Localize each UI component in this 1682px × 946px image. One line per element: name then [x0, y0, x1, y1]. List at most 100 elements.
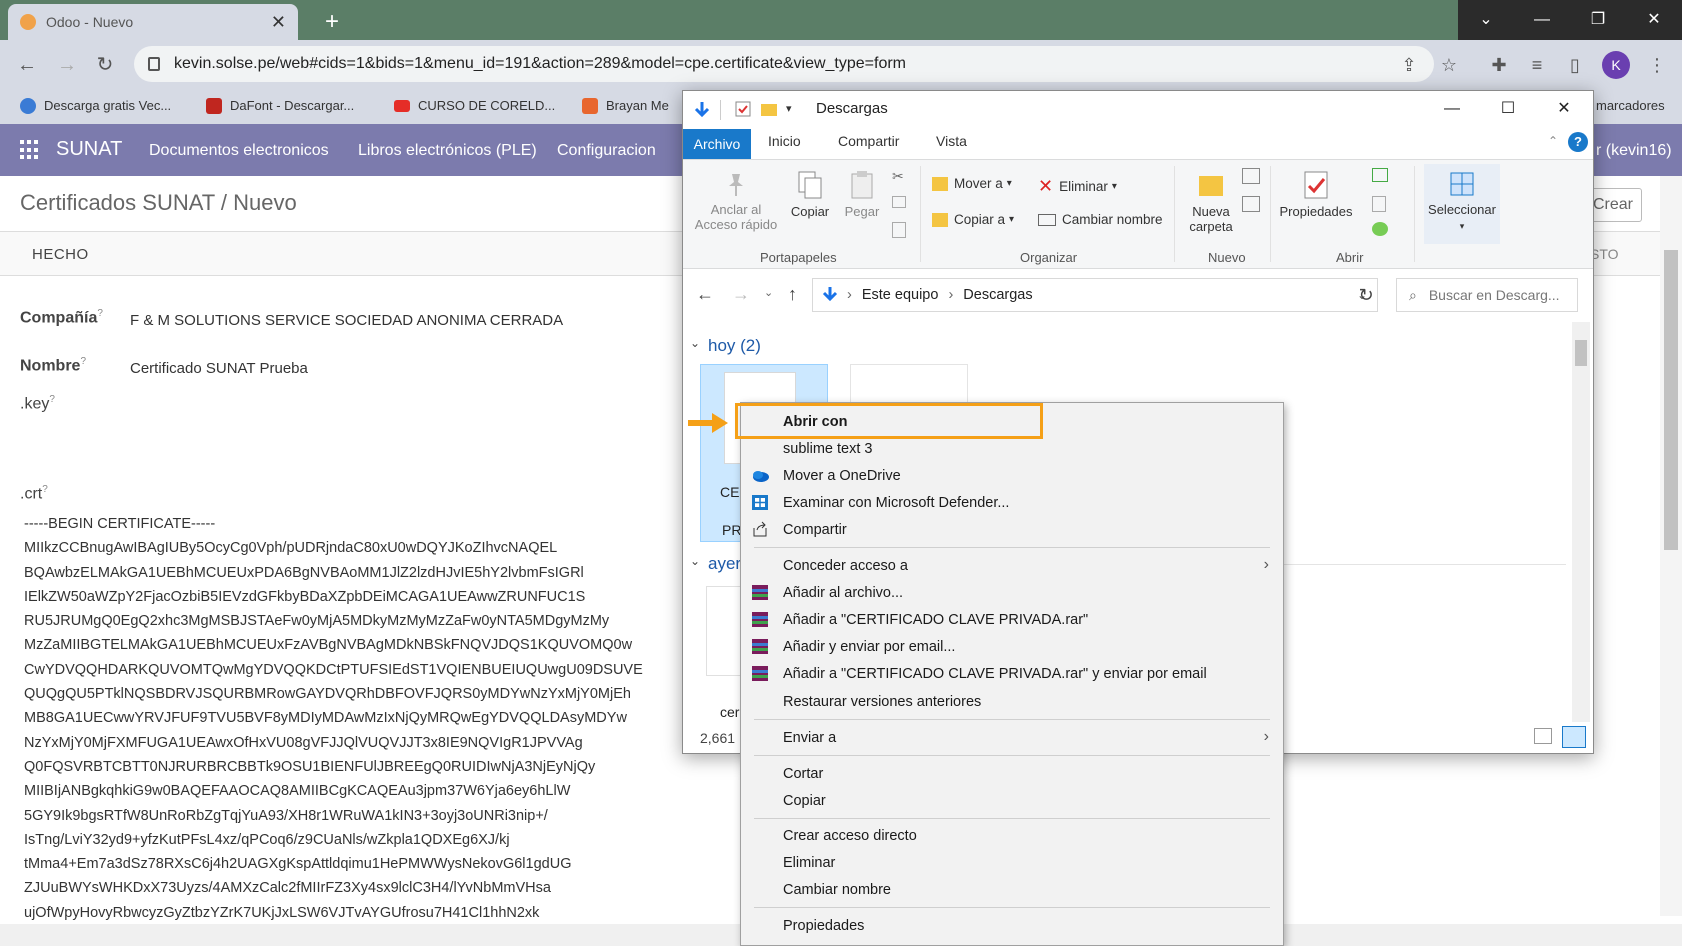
extensions-icon[interactable]: ✚	[1486, 52, 1512, 78]
paste-button[interactable]: Pegar	[838, 170, 886, 219]
page-scrollbar-thumb[interactable]	[1664, 250, 1678, 550]
bookmark-item[interactable]: Descarga gratis Vec...	[20, 94, 171, 118]
new-item-icon[interactable]	[1242, 168, 1260, 184]
copy-to-button[interactable]: Copiar a ▾	[932, 212, 1014, 227]
user-menu[interactable]: r (kevin16)	[1596, 142, 1672, 160]
new-folder-qa-icon[interactable]	[760, 100, 778, 118]
back-icon[interactable]: ←	[14, 52, 40, 78]
menu-restaurar-versiones[interactable]: Restaurar versiones anteriores	[741, 688, 1283, 715]
menu-anadir-rar[interactable]: Añadir a "CERTIFICADO CLAVE PRIVADA.rar"	[741, 606, 1283, 633]
tab-compartir[interactable]: Compartir	[838, 133, 899, 149]
menu-propiedades[interactable]: Propiedades	[741, 912, 1283, 939]
name-field[interactable]: Certificado SUNAT Prueba	[130, 360, 308, 377]
help-icon[interactable]: ?	[1568, 132, 1588, 152]
edit-icon[interactable]	[1372, 196, 1386, 212]
bookmark-star-icon[interactable]: ☆	[1436, 52, 1462, 78]
copy-path-icon[interactable]	[892, 196, 906, 208]
easy-access-icon[interactable]	[1242, 196, 1260, 212]
copy-button[interactable]: Copiar	[786, 170, 834, 219]
menu-copiar[interactable]: Copiar	[741, 787, 1283, 814]
explorer-back-icon[interactable]: ←	[696, 284, 714, 305]
cut-icon[interactable]: ✂	[892, 168, 904, 185]
properties-button[interactable]: Propiedades	[1276, 170, 1356, 219]
menu-cambiar-nombre[interactable]: Cambiar nombre	[741, 876, 1283, 903]
side-panel-icon[interactable]: ▯	[1562, 52, 1588, 78]
open-icon[interactable]	[1372, 168, 1388, 182]
media-icon[interactable]: ≡	[1524, 52, 1550, 78]
large-icons-view-icon[interactable]	[1562, 726, 1586, 748]
done-button[interactable]: HECHO	[32, 246, 89, 263]
reload-icon[interactable]: ↻	[92, 52, 118, 78]
apps-grid-icon[interactable]	[20, 140, 40, 160]
bookmark-item[interactable]: CURSO DE CORELD...	[394, 94, 555, 118]
qa-dropdown-icon[interactable]: ▾	[786, 102, 792, 115]
tab-inicio[interactable]: Inicio	[768, 133, 801, 149]
explorer-maximize-button[interactable]: ☐	[1488, 96, 1528, 122]
other-bookmarks[interactable]: marcadores	[1596, 94, 1665, 118]
menu-enviar-a[interactable]: Enviar a ›	[741, 724, 1283, 751]
help-mark[interactable]: ?	[49, 394, 55, 405]
refresh-icon[interactable]: ↻	[1348, 278, 1384, 312]
select-button[interactable]: Seleccionar ▾	[1424, 164, 1500, 244]
forward-icon[interactable]: →	[54, 52, 80, 78]
help-mark[interactable]: ?	[80, 356, 86, 367]
delete-button[interactable]: ✕ Eliminar ▾	[1038, 176, 1117, 197]
path-descargas[interactable]: Descargas	[963, 287, 1032, 303]
certificate-textarea[interactable]: -----BEGIN CERTIFICATE----- MIIkzCCBnugA…	[24, 512, 664, 925]
menu-sublime-text[interactable]: sublime text 3	[741, 435, 1283, 462]
explorer-forward-icon[interactable]: →	[732, 284, 750, 305]
address-bar[interactable]: kevin.solse.pe/web#cids=1&bids=1&menu_id…	[134, 46, 1434, 82]
app-brand[interactable]: SUNAT	[56, 138, 122, 161]
pin-quick-access-button[interactable]: Anclar al Acceso rápido	[690, 170, 782, 232]
up-folder-icon[interactable]: ↑	[788, 284, 797, 305]
company-field[interactable]: F & M SOLUTIONS SERVICE SOCIEDAD ANONIMA…	[130, 312, 563, 329]
details-view-icon[interactable]	[1534, 728, 1552, 744]
move-to-button[interactable]: Mover a ▾	[932, 176, 1012, 191]
tab-vista[interactable]: Vista	[936, 133, 967, 149]
minimize-button[interactable]: —	[1514, 0, 1570, 40]
properties-qa-icon[interactable]	[734, 100, 752, 118]
browser-tab[interactable]: Odoo - Nuevo ✕	[8, 4, 298, 40]
group-collapse-icon[interactable]: ⌄	[690, 554, 700, 568]
new-folder-button[interactable]: Nueva carpeta	[1180, 170, 1242, 234]
menu-anadir-archivo[interactable]: Añadir al archivo...	[741, 579, 1283, 606]
menu-crear-acceso[interactable]: Crear acceso directo	[741, 822, 1283, 849]
explorer-search-input[interactable]: ⌕ Buscar en Descarg...	[1396, 278, 1578, 312]
menu-anadir-rar-email[interactable]: Añadir a "CERTIFICADO CLAVE PRIVADA.rar"…	[741, 660, 1283, 687]
collapse-ribbon-icon[interactable]: ⌃	[1548, 134, 1558, 148]
rename-button[interactable]: Cambiar nombre	[1038, 212, 1163, 227]
menu-compartir[interactable]: Compartir	[741, 516, 1283, 543]
menu-documentos[interactable]: Documentos electronicos	[149, 142, 329, 160]
more-menu-icon[interactable]: ⋮	[1644, 52, 1670, 78]
help-mark[interactable]: ?	[97, 308, 103, 319]
menu-libros[interactable]: Libros electrónicos (PLE)	[358, 142, 537, 160]
restore-button[interactable]: ❐	[1570, 0, 1626, 40]
menu-defender[interactable]: Examinar con Microsoft Defender...	[741, 489, 1283, 516]
help-mark[interactable]: ?	[42, 484, 48, 495]
menu-mover-onedrive[interactable]: Mover a OneDrive	[741, 462, 1283, 489]
menu-conceder-acceso[interactable]: Conceder acceso a ›	[741, 552, 1283, 579]
group-yesterday[interactable]: ayer	[708, 554, 741, 574]
share-page-icon[interactable]: ⇪	[1396, 52, 1422, 78]
explorer-address-field[interactable]: › Este equipo › Descargas ⌄	[812, 278, 1378, 312]
path-este-equipo[interactable]: Este equipo	[862, 287, 939, 303]
paste-shortcut-icon[interactable]	[892, 222, 906, 238]
recent-locations-icon[interactable]: ⌄	[764, 286, 773, 299]
profile-avatar[interactable]: K	[1602, 51, 1630, 79]
history-icon[interactable]	[1372, 222, 1388, 236]
status-stage[interactable]: STO	[1590, 246, 1619, 262]
bookmark-item[interactable]: DaFont - Descargar...	[206, 94, 354, 118]
close-tab-icon[interactable]: ✕	[271, 12, 286, 33]
menu-configuracion[interactable]: Configuracion	[557, 142, 656, 160]
close-window-button[interactable]: ✕	[1626, 0, 1682, 40]
tab-search-icon[interactable]: ⌄	[1458, 0, 1514, 40]
group-collapse-icon[interactable]: ⌄	[690, 336, 700, 350]
explorer-scrollbar-thumb[interactable]	[1575, 340, 1587, 366]
menu-eliminar[interactable]: Eliminar	[741, 849, 1283, 876]
group-today[interactable]: hoy (2)	[708, 336, 761, 356]
tab-archivo[interactable]: Archivo	[683, 129, 751, 159]
bookmark-item[interactable]: Brayan Me	[582, 94, 669, 118]
new-tab-button[interactable]: +	[318, 8, 346, 36]
explorer-close-button[interactable]: ✕	[1544, 96, 1584, 122]
menu-cortar[interactable]: Cortar	[741, 760, 1283, 787]
